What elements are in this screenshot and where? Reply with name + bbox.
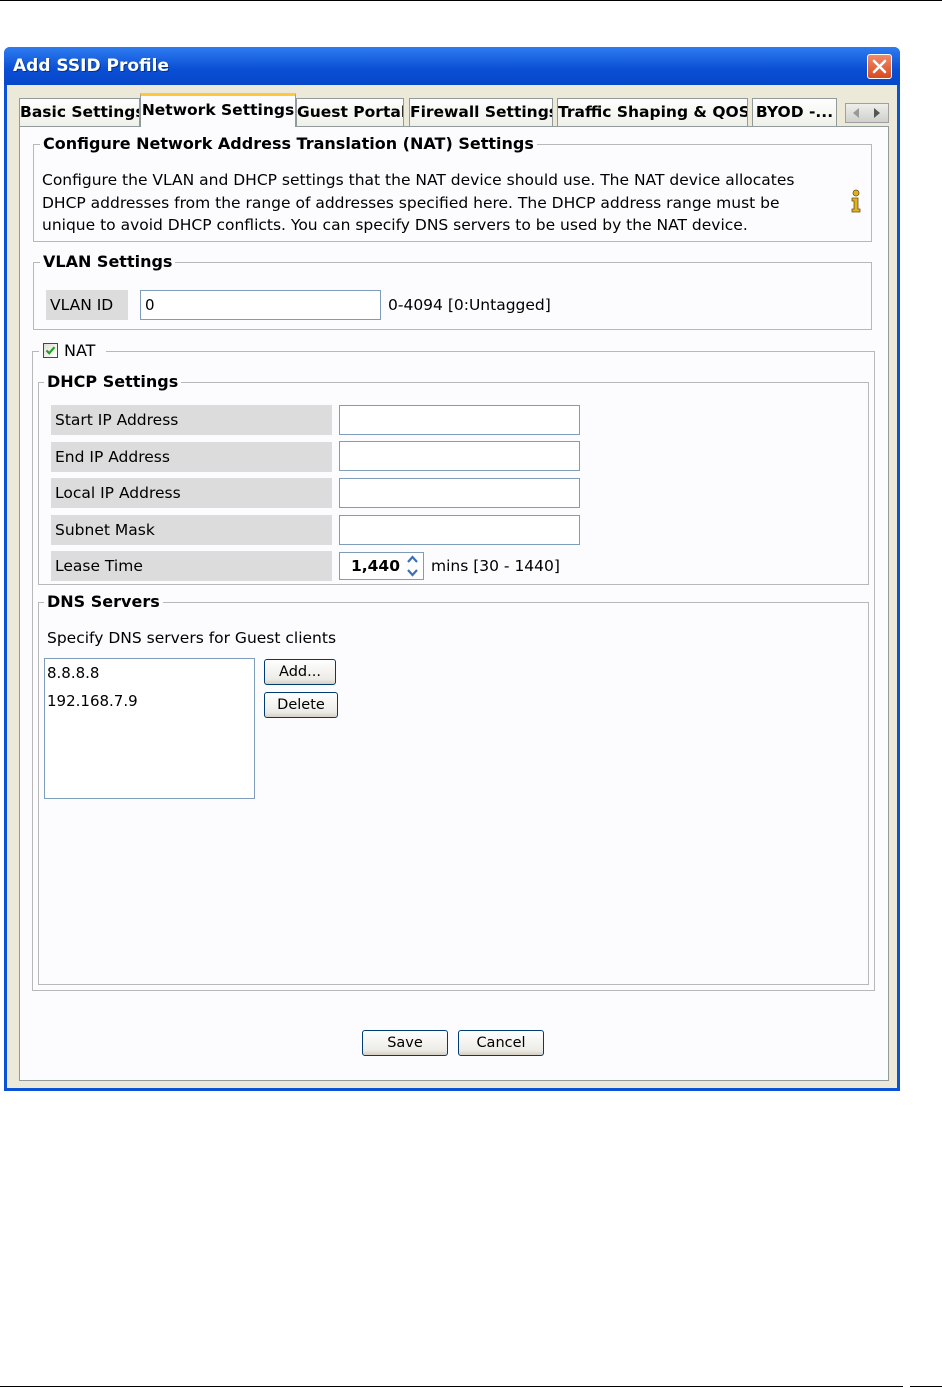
page-bottom-rule bbox=[910, 1386, 942, 1387]
vlan-range-hint: 0-4094 [0:Untagged] bbox=[388, 296, 551, 314]
arrow-left-icon bbox=[853, 108, 859, 118]
lease-time-hint: mins [30 - 1440] bbox=[431, 557, 560, 575]
lease-time-decrement[interactable] bbox=[404, 567, 421, 578]
add-ssid-profile-dialog: Add SSID Profile Basic Settings Network … bbox=[4, 47, 900, 1091]
dns-servers-legend: DNS Servers bbox=[44, 592, 163, 612]
tab-traffic-shaping-qos[interactable]: Traffic Shaping & QOS bbox=[557, 98, 748, 126]
checkmark-icon bbox=[45, 346, 56, 355]
dns-instruction: Specify DNS servers for Guest clients bbox=[47, 629, 337, 647]
info-icon bbox=[851, 189, 861, 213]
vlan-settings-group: VLAN Settings VLAN ID 0-4094 [0:Untagged… bbox=[33, 252, 872, 330]
page-top-rule bbox=[0, 0, 942, 1]
title-bar[interactable]: Add SSID Profile bbox=[4, 47, 900, 85]
arrow-right-icon bbox=[874, 108, 880, 118]
local-ip-label: Local IP Address bbox=[51, 478, 332, 508]
close-icon bbox=[872, 59, 887, 74]
tab-scroll-right-button[interactable] bbox=[867, 104, 888, 122]
list-item[interactable]: 192.168.7.9 bbox=[47, 691, 138, 711]
dns-servers-group: DNS Servers Specify DNS servers for Gues… bbox=[38, 592, 869, 985]
tab-guest-portal[interactable]: Guest Portal bbox=[296, 98, 404, 126]
add-dns-button[interactable]: Add... bbox=[264, 659, 336, 685]
network-settings-panel: Configure Network Address Translation (N… bbox=[19, 126, 889, 1081]
nat-config-description: Configure the VLAN and DHCP settings tha… bbox=[42, 169, 802, 237]
end-ip-input[interactable] bbox=[339, 441, 580, 471]
tab-basic-settings[interactable]: Basic Settings bbox=[19, 98, 140, 126]
save-button[interactable]: Save bbox=[362, 1030, 448, 1056]
lease-time-increment[interactable] bbox=[404, 554, 421, 565]
dns-server-list[interactable]: 8.8.8.8 192.168.7.9 bbox=[44, 658, 255, 799]
vlan-id-input[interactable] bbox=[140, 290, 381, 320]
lease-time-label: Lease Time bbox=[51, 551, 332, 581]
tab-strip: Basic Settings Network Settings Guest Po… bbox=[19, 93, 889, 127]
subnet-mask-label: Subnet Mask bbox=[51, 515, 332, 545]
tab-network-settings[interactable]: Network Settings bbox=[140, 93, 296, 127]
description-line: Configure the VLAN and DHCP settings tha… bbox=[42, 171, 795, 189]
vlan-id-label: VLAN ID bbox=[46, 290, 128, 320]
nat-group: NAT DHCP Settings Start IP Address End I… bbox=[32, 341, 875, 991]
tab-scroll-left-button[interactable] bbox=[846, 104, 868, 122]
tab-firewall-settings[interactable]: Firewall Settings bbox=[409, 98, 553, 126]
local-ip-input[interactable] bbox=[339, 478, 580, 508]
close-button[interactable] bbox=[867, 54, 892, 79]
start-ip-input[interactable] bbox=[339, 405, 580, 435]
delete-dns-button[interactable]: Delete bbox=[264, 692, 338, 718]
description-line: DHCP addresses from the range of address… bbox=[42, 193, 780, 212]
lease-time-value[interactable]: 1,440 bbox=[340, 553, 400, 579]
nat-legend: NAT bbox=[39, 341, 106, 361]
nat-label: NAT bbox=[64, 341, 96, 360]
end-ip-label: End IP Address bbox=[51, 442, 332, 472]
nat-checkbox[interactable] bbox=[43, 343, 58, 358]
chevron-down-icon bbox=[407, 569, 418, 577]
tab-byod[interactable]: BYOD -... bbox=[752, 98, 837, 126]
subnet-mask-input[interactable] bbox=[339, 515, 580, 545]
dhcp-settings-legend: DHCP Settings bbox=[44, 372, 182, 392]
nat-config-legend: Configure Network Address Translation (N… bbox=[40, 134, 537, 154]
nat-config-group: Configure Network Address Translation (N… bbox=[33, 134, 872, 242]
start-ip-label: Start IP Address bbox=[51, 405, 332, 435]
dialog-body: Basic Settings Network Settings Guest Po… bbox=[7, 85, 897, 1088]
cancel-button[interactable]: Cancel bbox=[458, 1030, 544, 1056]
page-bottom-rule bbox=[0, 1386, 903, 1387]
tab-scroll-buttons bbox=[845, 103, 889, 123]
lease-time-stepper[interactable]: 1,440 bbox=[339, 552, 424, 580]
chevron-up-icon bbox=[407, 555, 418, 563]
dhcp-settings-group: DHCP Settings Start IP Address End IP Ad… bbox=[38, 372, 869, 585]
description-line: unique to avoid DHCP conflicts. You can … bbox=[42, 216, 748, 234]
dialog-title: Add SSID Profile bbox=[13, 56, 169, 76]
vlan-settings-legend: VLAN Settings bbox=[40, 252, 176, 272]
list-item[interactable]: 8.8.8.8 bbox=[47, 663, 99, 683]
